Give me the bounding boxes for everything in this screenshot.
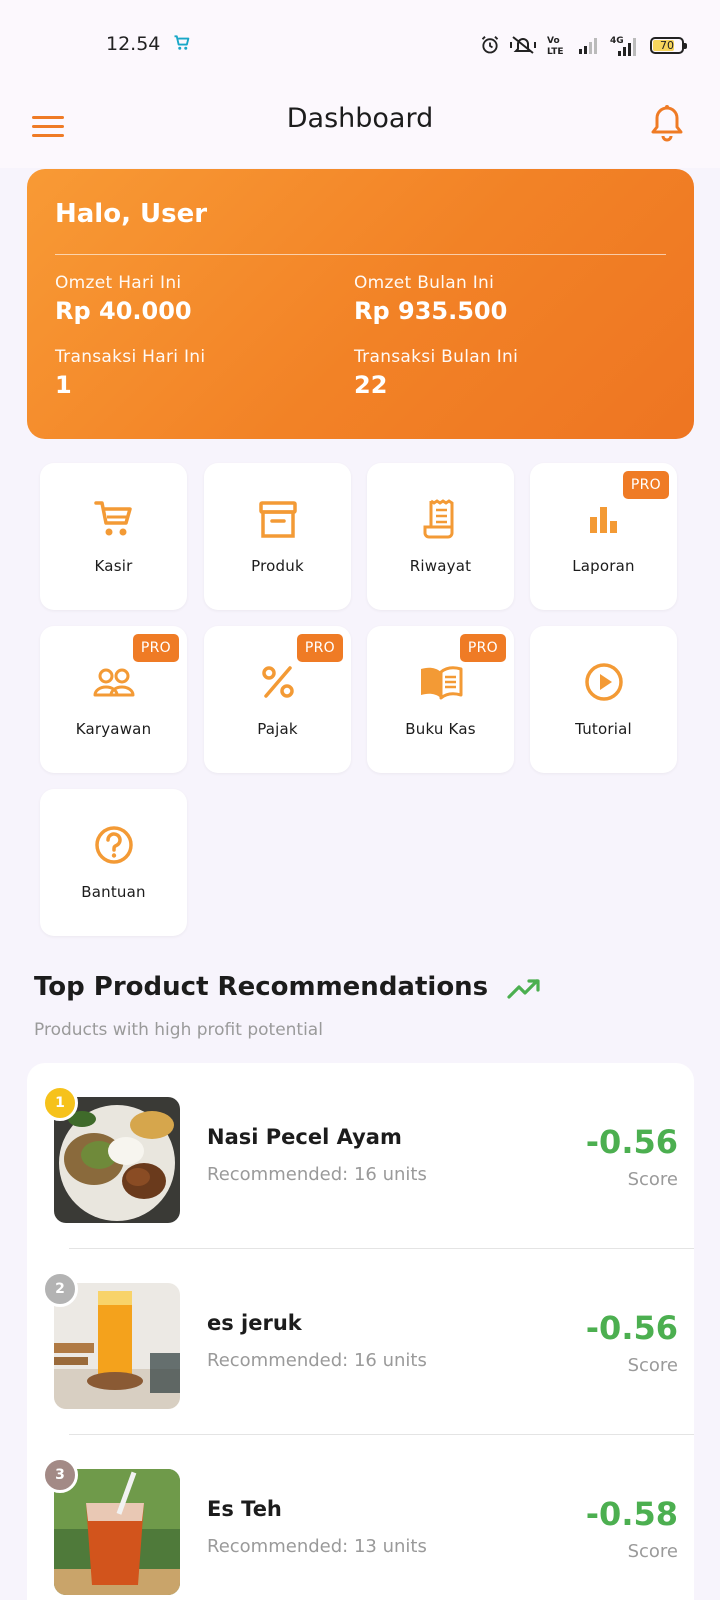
product-name: Nasi Pecel Ayam [207,1125,402,1149]
summary-card: Halo, User Omzet Hari Ini Rp 40.000 Omze… [27,169,694,439]
recommendation-item[interactable]: 1 Nasi Pecel Ayam Recommended: 16 units … [27,1063,694,1249]
pro-badge: PRO [622,471,669,499]
trending-up-icon [507,979,540,999]
pro-badge: PRO [459,634,506,662]
menu-label: Karyawan [75,720,152,738]
recommendations-card: 1 Nasi Pecel Ayam Recommended: 16 units … [27,1063,694,1600]
people-icon [93,668,134,697]
recommended-units: Recommended: 16 units [207,1350,427,1371]
pro-badge: PRO [132,634,179,662]
menu-label: Kasir [94,557,133,575]
stat-transactions-today: Transaksi Hari Ini 1 [55,347,205,399]
product-image-nasi-pecel-ayam [54,1097,180,1223]
help-circle-icon [94,826,133,864]
receipt-icon [423,499,453,539]
product-name: es jeruk [207,1311,302,1335]
app-bar: Dashboard [0,92,720,168]
recommended-units: Recommended: 13 units [207,1536,427,1557]
score-label: Score [627,1355,678,1376]
status-icons: Vo LTE 4G 70 [480,34,687,56]
menu-label: Produk [251,557,304,575]
score-value: -0.56 [585,1309,678,1347]
menu-laporan[interactable]: PRO Laporan [530,463,677,610]
recommended-units: Recommended: 16 units [207,1164,427,1185]
score-value: -0.58 [585,1495,678,1533]
volte-icon: Vo LTE [547,36,564,56]
stat-value: Rp 40.000 [55,297,192,325]
product-image-es-jeruk [54,1283,180,1409]
signal-4g-icon: 4G [610,36,636,56]
divider [55,254,666,255]
play-circle-icon [584,663,623,701]
score-label: Score [627,1169,678,1190]
bar-chart-icon [589,507,617,533]
greeting: Halo, User [55,199,208,229]
section-subtitle: Products with high profit potential [34,1020,323,1040]
svg-text:4G: 4G [610,36,624,46]
menu-produk[interactable]: Produk [204,463,351,610]
product-name: Es Teh [207,1497,282,1521]
menu-label: Bantuan [81,883,146,901]
section-title: Top Product Recommendations [34,972,489,1002]
percent-icon [261,666,294,698]
score-value: -0.56 [585,1123,678,1161]
menu-buku-kas[interactable]: PRO Buku Kas [367,626,514,773]
alarm-icon [481,36,499,54]
menu-label: Buku Kas [405,720,476,738]
rank-badge: 2 [42,1271,78,1307]
shopping-cart-notification-icon [174,35,190,50]
menu-pajak[interactable]: PRO Pajak [204,626,351,773]
menu-label: Riwayat [409,557,472,575]
menu-kasir[interactable]: Kasir [40,463,187,610]
stat-value: Rp 935.500 [354,297,508,325]
stat-label: Transaksi Hari Ini [55,347,206,367]
stat-transactions-month: Transaksi Bulan Ini 22 [354,347,518,399]
menu-label: Pajak [257,720,298,738]
notification-bell-icon[interactable] [650,104,684,142]
pro-badge: PRO [296,634,343,662]
menu-label: Tutorial [575,720,632,738]
product-image-es-teh [54,1469,180,1595]
signal-icon-1 [579,38,597,54]
stat-value: 22 [354,371,388,399]
stat-label: Omzet Hari Ini [55,273,182,293]
menu-riwayat[interactable]: Riwayat [367,463,514,610]
recommendation-item[interactable]: 3 Es Teh Recommended: 13 units -0.58 Sco… [27,1435,694,1600]
menu-karyawan[interactable]: PRO Karyawan [40,626,187,773]
menu-label: Laporan [572,557,635,575]
stat-omzet-month: Omzet Bulan Ini Rp 935.500 [354,273,507,325]
mute-vibrate-icon [510,36,536,54]
stat-label: Omzet Bulan Ini [354,273,495,293]
score-label: Score [627,1541,678,1562]
stat-omzet-today: Omzet Hari Ini Rp 40.000 [55,273,192,325]
stat-value: 1 [55,371,72,399]
recommendation-item[interactable]: 2 es jeruk Recommended: 16 units -0.56 S… [27,1249,694,1435]
battery-icon: 70 [650,36,687,54]
stat-label: Transaksi Bulan Ini [354,347,519,367]
menu-bantuan[interactable]: Bantuan [40,789,187,936]
open-book-icon [420,666,462,700]
menu-tutorial[interactable]: Tutorial [530,626,677,773]
cart-icon [93,501,132,536]
rank-badge: 1 [42,1085,78,1121]
svg-text:LTE: LTE [547,47,564,56]
svg-text:Vo: Vo [547,36,560,46]
archive-box-icon [258,501,297,538]
page-title: Dashboard [286,103,434,134]
status-bar: 12.54 Vo LTE 4G 70 [0,0,720,92]
status-time: 12.54 [106,33,161,55]
rank-badge: 3 [42,1457,78,1493]
